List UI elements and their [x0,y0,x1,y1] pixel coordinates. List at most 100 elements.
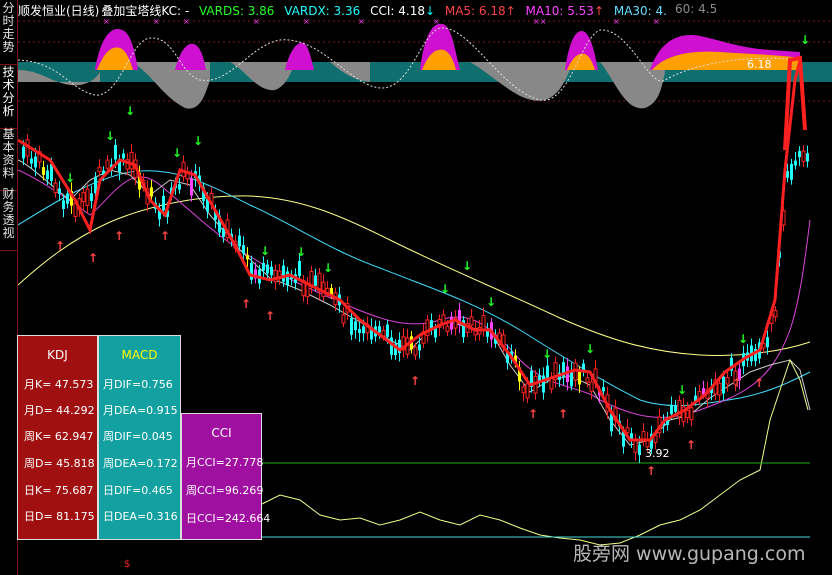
cci-row: 周CCI=96.269 [186,484,264,497]
candle-body [162,196,165,211]
candle-body [786,171,789,178]
candle-body [129,151,134,170]
buy-arrow-icon: ↑ [646,464,656,478]
candle-body [46,170,49,180]
svg-text:××: ×× [533,17,546,26]
candle-body [546,365,549,379]
candle-body [266,264,269,274]
sell-arrow-icon: ↓ [323,261,333,275]
candle-body [282,265,285,282]
candle-body [602,387,605,392]
magenta-hump-3 [285,42,314,70]
candle-body [321,281,326,297]
tab-basic-info[interactable]: 基本资料 [0,128,17,191]
sell-arrow-icon: ↓ [738,332,748,346]
signal-x-markers: × × × × × × × ×× × × [103,17,660,26]
sell-arrow-icon: ↓ [125,104,135,118]
svg-text:×: × [183,17,190,26]
candle-body [314,275,317,286]
candle-body [58,188,61,194]
candle-body [81,192,86,203]
price-high-label: 6.18 [747,58,772,71]
candle-body [794,160,797,166]
svg-text:×: × [153,17,160,26]
kdj-row: 月K= 47.573 [24,378,94,391]
sidebar: 分时走势 技术分析 基本资料 财务透视 [0,0,18,575]
candle-body [790,163,793,180]
candle-body [685,409,690,419]
sell-arrow-icon: ↓ [800,33,810,47]
svg-text:×: × [103,17,110,26]
buy-arrow-icon: ↑ [241,297,251,311]
candle-body [806,153,809,162]
candle-body [773,310,778,318]
macd-row: 日DEA=0.316 [103,510,178,523]
buy-arrow-icon: ↑ [88,251,98,265]
candle-body [66,193,69,204]
candle-body [434,328,437,338]
candle-body [801,150,806,162]
candle-body [246,255,249,260]
svg-text:×: × [613,17,620,26]
tab-technical-analysis[interactable]: 技术分析 [0,66,17,129]
kdj-row: 月D= 44.292 [24,404,95,417]
candle-body [190,178,193,196]
candle-body [722,376,725,394]
yellow-ma-line [18,195,811,356]
kdj-row: 日K= 75.687 [24,484,94,497]
candle-body [766,337,769,348]
candle-body [62,200,65,209]
candle-body [122,153,125,159]
candle-body [386,324,389,337]
candle-body [725,377,730,385]
buy-arrow-icon: ↑ [528,407,538,421]
candle-body [641,431,646,440]
macd-panel: MACD 月DIF=0.756 月DEA=0.915 周DIF=0.045 周D… [98,335,181,540]
buy-arrow-icon: ↑ [686,438,696,452]
kdj-row: 周D= 45.818 [24,457,95,470]
cci-panel: CCI 月CCI=27.778 周CCI=96.269 日CCI=242.664 [181,413,270,540]
candle-body [798,151,801,158]
candle-body [53,182,58,194]
candle-body [633,439,638,453]
candle-body [358,328,361,333]
buy-arrow-icon: ↑ [160,229,170,243]
candle-body [653,435,658,444]
sell-arrow-icon: ↓ [65,171,75,185]
candle-body [589,381,594,392]
candle-body [354,321,357,331]
candle-body [150,187,153,197]
tab-intraday[interactable]: 分时走势 [0,2,17,65]
candle-body [549,377,554,390]
buy-arrow-icon: ↑ [55,239,65,253]
sell-arrow-icon: ↓ [296,245,306,259]
kdj-title: KDJ [47,348,68,362]
tab-financials[interactable]: 财务透视 [0,188,17,251]
candle-body [689,407,694,421]
buy-arrow-icon: ↑ [410,374,420,388]
sell-arrow-icon: ↓ [260,244,270,258]
price-low-label: 3.92 [645,447,670,460]
buy-arrow-icon: ↑ [558,407,568,421]
candle-body [521,386,526,394]
candle-body [674,405,677,412]
candle-body [42,167,45,176]
watermark: 股旁网 www.gupang.com [573,543,806,565]
candle-body [481,315,486,332]
candle-body [238,235,241,247]
macd-row: 周DIF=0.045 [103,430,173,443]
candle-body [350,318,353,335]
magenta-hump-2 [175,43,206,70]
vard-indicator-band [18,23,832,109]
kdj-row: 日D= 81.175 [24,510,95,523]
candle-body [178,184,181,190]
svg-text:×: × [358,17,365,26]
candle-body [242,245,245,254]
candle-body [525,383,530,399]
svg-text:×: × [253,17,260,26]
sell-arrow-icon: ↓ [462,259,472,273]
candle-body [262,263,265,271]
buy-arrow-icon: ↑ [114,229,124,243]
candle-body [717,382,722,396]
buy-arrow-icon: ↑ [732,376,742,390]
